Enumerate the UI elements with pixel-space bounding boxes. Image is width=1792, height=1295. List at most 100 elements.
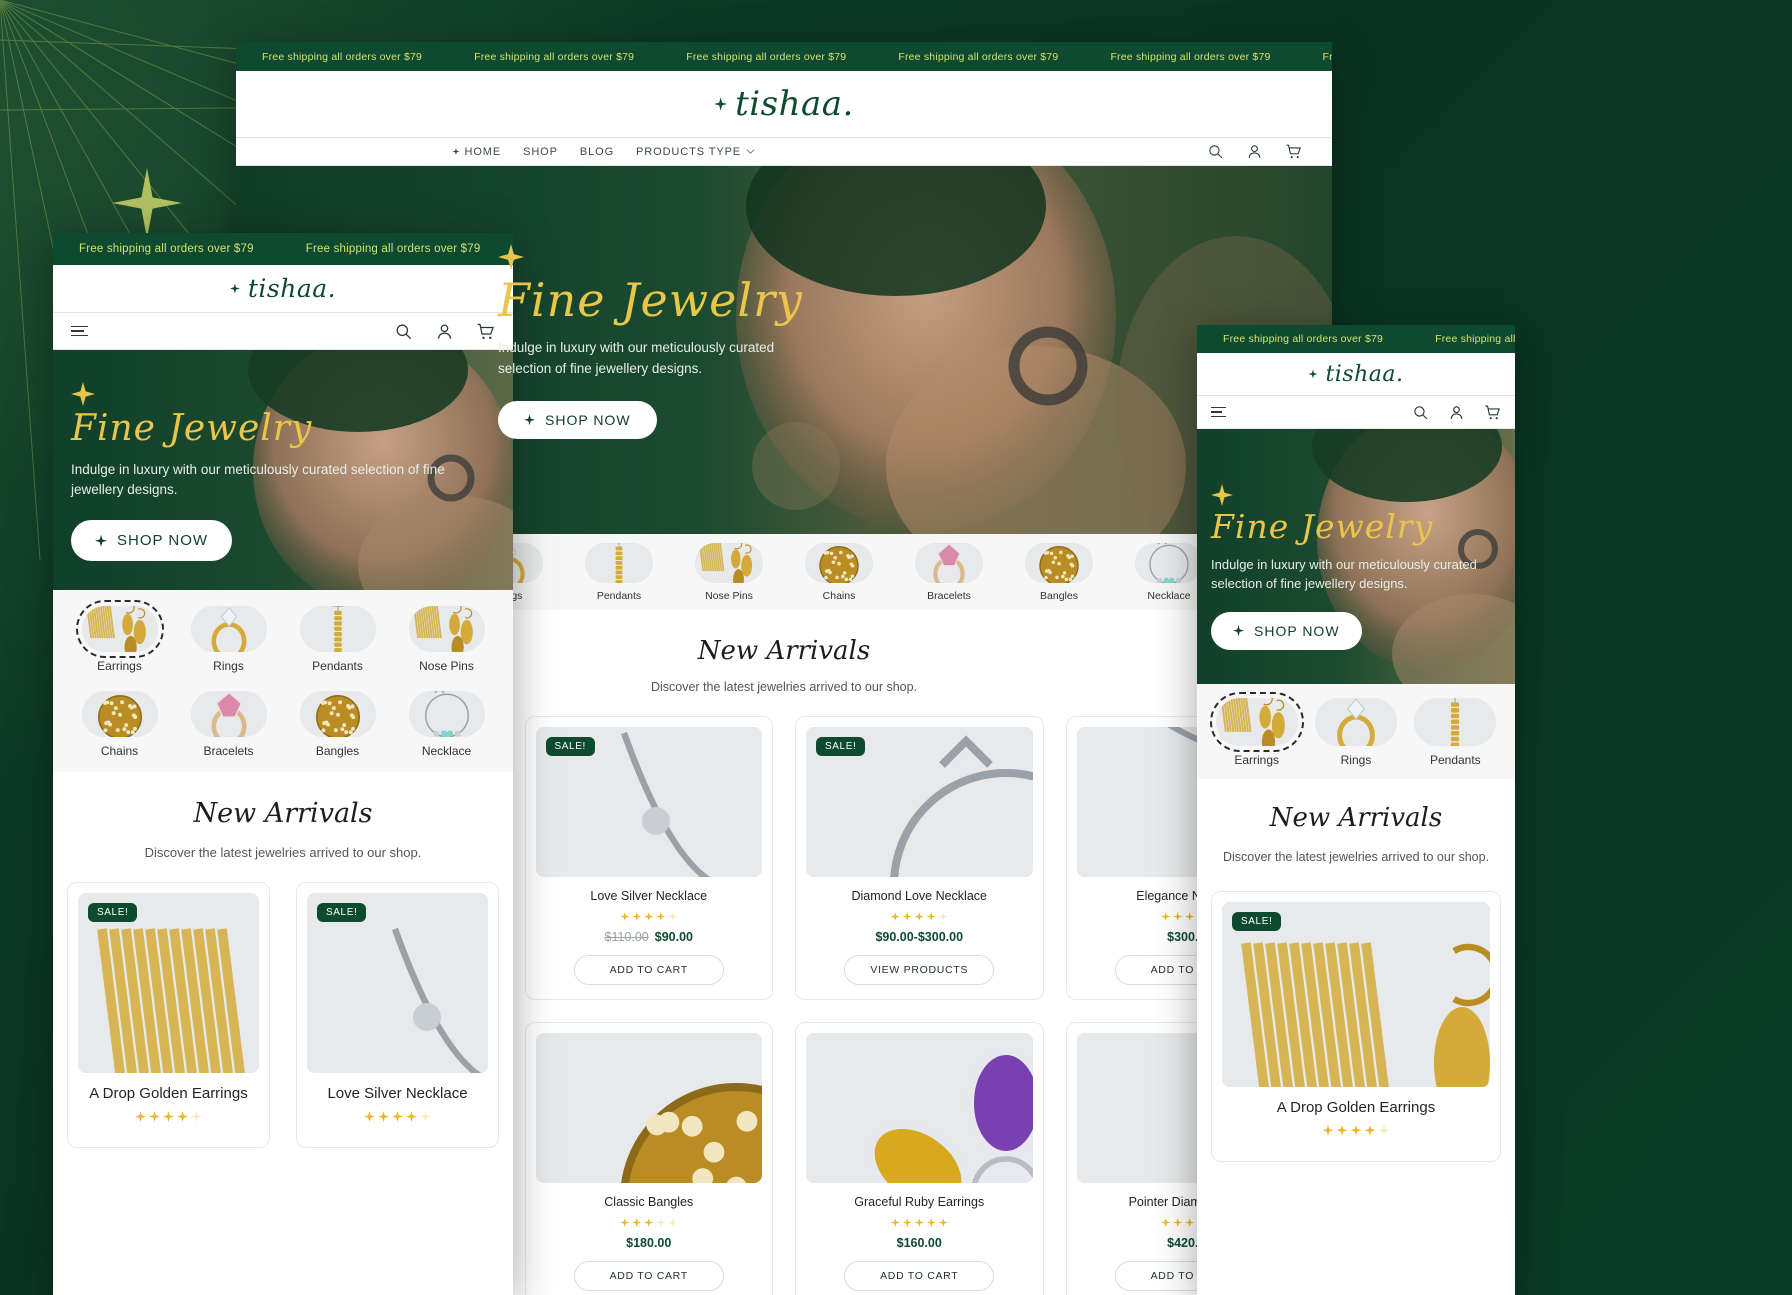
category-item-bangles[interactable]: Bangles xyxy=(283,691,392,758)
sale-badge: SALE! xyxy=(545,737,595,756)
announcement-text: Free shipping all orders over $79 xyxy=(898,50,1059,63)
rating-star xyxy=(1161,1218,1171,1227)
category-thumbnail xyxy=(915,542,983,583)
account-icon[interactable] xyxy=(1448,404,1465,421)
cart-icon[interactable] xyxy=(1285,143,1302,160)
rating-star xyxy=(1378,1124,1390,1136)
category-item-rings[interactable]: Rings xyxy=(1306,698,1405,767)
category-item-pendants[interactable]: Pendants xyxy=(1406,698,1505,767)
category-item-pendants[interactable]: Pendants xyxy=(585,542,653,602)
category-item-chains[interactable]: Chains xyxy=(65,691,174,758)
sale-badge: SALE! xyxy=(317,903,367,922)
category-label: Pendants xyxy=(312,659,363,673)
category-item-bracelets[interactable]: Bracelets xyxy=(915,542,983,602)
category-item-chains[interactable]: Chains xyxy=(805,542,873,602)
add-to-cart-button[interactable]: VIEW PRODUCTS xyxy=(844,955,995,985)
rating-star xyxy=(656,912,666,921)
category-item-rings[interactable]: Rings xyxy=(174,606,283,673)
add-to-cart-button[interactable]: ADD TO CART xyxy=(573,1261,724,1291)
shop-now-button[interactable]: SHOP NOW xyxy=(498,400,657,439)
diamond-icon xyxy=(452,148,460,155)
nav-item-blog[interactable]: BLOG xyxy=(580,146,614,158)
sale-badge: SALE! xyxy=(1232,911,1282,931)
product-image: SALE! xyxy=(535,727,762,877)
product-card[interactable]: Classic Bangles $180.00 ADD TO CART xyxy=(524,1022,773,1295)
category-label: Pendants xyxy=(596,589,642,602)
product-card[interactable]: SALE! Diamond Love Necklace $90.00-$300.… xyxy=(795,716,1044,1000)
nav-item-home[interactable]: HOME xyxy=(452,146,501,158)
shop-now-button[interactable]: SHOP NOW xyxy=(1211,611,1362,650)
product-card[interactable]: Graceful Ruby Earrings $160.00 ADD TO CA… xyxy=(795,1022,1044,1295)
category-thumbnail xyxy=(408,691,485,737)
rating-star xyxy=(1173,912,1183,921)
main-navigation[interactable]: HOME SHOP BLOG PRODUCTS TYPE xyxy=(236,137,1332,166)
category-label: Rings xyxy=(1340,753,1372,767)
rating-star xyxy=(902,912,912,921)
add-to-cart-button[interactable]: ADD TO CART xyxy=(573,955,724,985)
product-image: SALE! xyxy=(307,893,488,1073)
diamond-icon xyxy=(714,97,728,111)
rating-star xyxy=(1161,912,1171,921)
category-thumbnail xyxy=(81,691,158,737)
product-rating xyxy=(534,1218,765,1227)
nav-item-shop[interactable]: SHOP xyxy=(523,146,558,158)
product-card[interactable]: SALE! Love Silver Necklace xyxy=(296,882,499,1148)
site-logo[interactable]: tishaa. xyxy=(236,71,1332,137)
rating-star xyxy=(163,1111,174,1122)
product-price: $110.00 $90.00 xyxy=(604,930,694,944)
product-card[interactable]: SALE! A Drop Golden Earrings xyxy=(67,882,270,1148)
category-item-nose-pins[interactable]: Nose Pins xyxy=(695,542,763,602)
cart-icon[interactable] xyxy=(1484,404,1501,421)
category-item-bangles[interactable]: Bangles xyxy=(1025,542,1093,602)
product-image: SALE! xyxy=(78,893,259,1073)
category-thumbnail xyxy=(1025,542,1093,583)
shop-now-button[interactable]: SHOP NOW xyxy=(71,520,233,562)
category-thumbnail xyxy=(585,542,653,583)
section-subtitle: Discover the latest jewelries arrived to… xyxy=(1222,850,1490,864)
category-item-bracelets[interactable]: Bracelets xyxy=(174,691,283,758)
category-label: Chains xyxy=(822,589,856,602)
tablet-browser-window[interactable]: Free shipping all orders over $79 Free s… xyxy=(53,233,513,1295)
product-grid: SALE! A Drop Golden Earrings SALE! Love … xyxy=(53,860,513,1148)
category-item-necklace[interactable]: Necklace xyxy=(1135,542,1203,602)
rating-star xyxy=(620,912,630,921)
category-item-earrings[interactable]: Earrings xyxy=(65,600,174,673)
announcement-text: Free shipping all orders over $79 xyxy=(262,50,423,63)
search-icon[interactable] xyxy=(1207,143,1224,160)
category-strip[interactable]: Earrings Rings Pendants Nose Pins Chains… xyxy=(53,590,513,772)
rating-star xyxy=(914,1218,924,1227)
product-image: SALE! xyxy=(1222,901,1490,1087)
category-item-necklace[interactable]: Necklace xyxy=(392,691,501,758)
category-item-nose-pins[interactable]: Nose Pins xyxy=(392,606,501,673)
rating-star xyxy=(1185,912,1195,921)
search-icon[interactable] xyxy=(1412,404,1429,421)
mobile-browser-window[interactable]: Free shipping all orders over $79 Free s… xyxy=(1197,325,1515,1295)
hero-subtitle: Indulge in luxury with our meticulously … xyxy=(1211,556,1477,592)
category-strip[interactable]: Earrings Rings Pendants xyxy=(1197,684,1515,779)
sale-badge: SALE! xyxy=(816,737,866,756)
category-thumbnail xyxy=(75,600,164,658)
category-thumbnail xyxy=(190,606,267,652)
product-price: $160.00 xyxy=(896,1236,942,1250)
nav-label: HOME xyxy=(464,145,502,158)
rating-star xyxy=(644,1218,654,1227)
announcement-text: Free shipping all orders over $79 xyxy=(1435,333,1515,345)
product-card[interactable]: SALE! A Drop Golden Earrings xyxy=(1211,890,1501,1162)
hamburger-menu-icon[interactable] xyxy=(71,325,88,337)
category-item-pendants[interactable]: Pendants xyxy=(283,606,392,673)
category-label: Chains xyxy=(100,744,139,758)
sparkle-icon xyxy=(498,244,524,270)
logo-text: tishaa. xyxy=(1325,361,1404,387)
account-icon[interactable] xyxy=(1246,143,1263,160)
announcement-text: Free shipping all orders over $79 xyxy=(686,50,847,63)
rating-star xyxy=(890,1218,900,1227)
nav-item-products-type[interactable]: PRODUCTS TYPE xyxy=(636,146,755,158)
product-card[interactable]: SALE! Love Silver Necklace $110.00 $90.00… xyxy=(524,716,773,1000)
nav-label: PRODUCTS TYPE xyxy=(636,145,742,158)
product-name: Diamond Love Necklace xyxy=(851,889,988,903)
add-to-cart-button[interactable]: ADD TO CART xyxy=(844,1261,995,1291)
announcement-text: Free shipping all orders over $79 xyxy=(474,50,635,63)
rating-star xyxy=(420,1111,431,1122)
diamond-icon xyxy=(95,534,107,547)
category-item-earrings[interactable]: Earrings xyxy=(1207,692,1306,767)
